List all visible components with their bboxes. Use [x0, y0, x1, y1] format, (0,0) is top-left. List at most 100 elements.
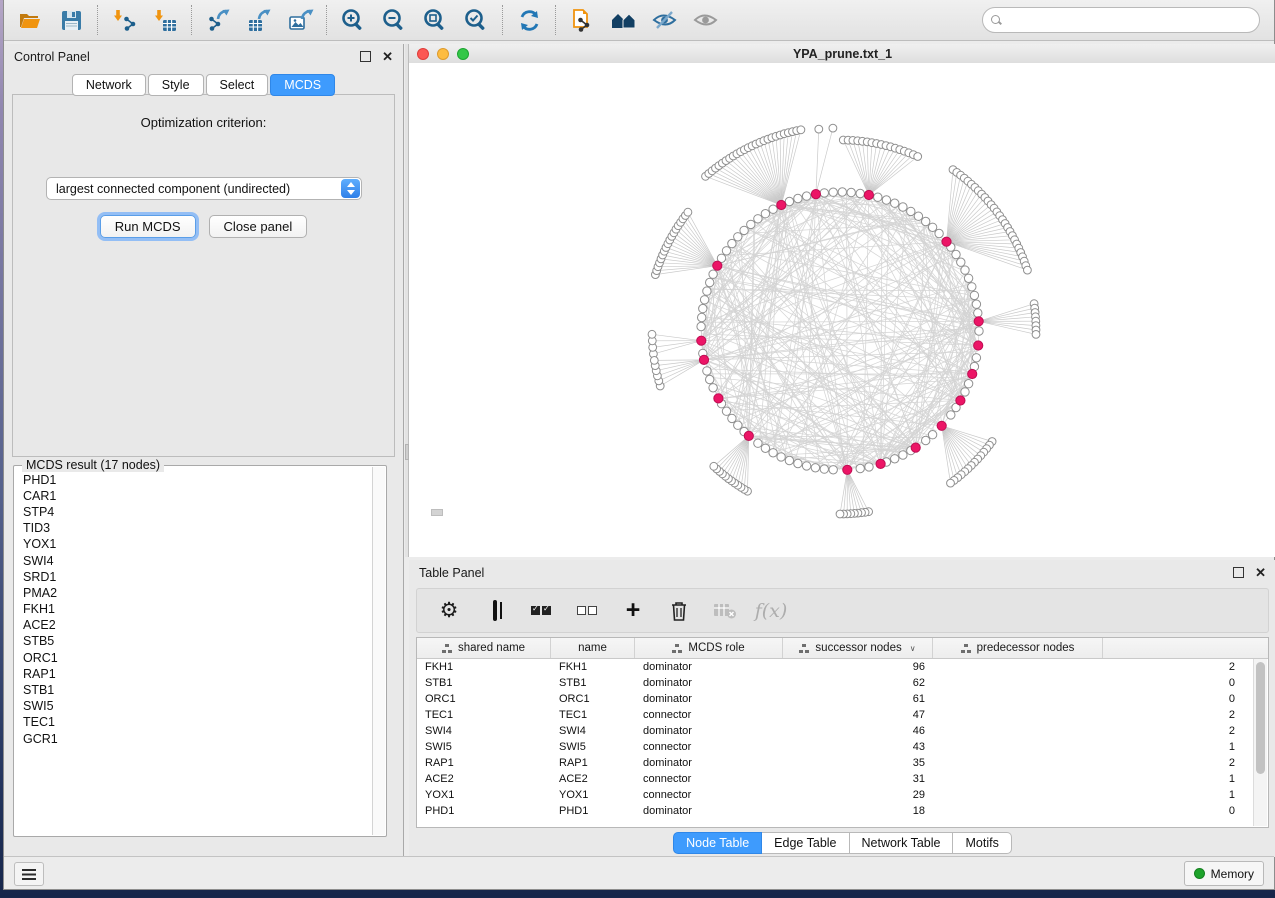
network-node[interactable] [728, 414, 736, 422]
network-node[interactable] [754, 215, 762, 223]
mcds-node[interactable] [876, 459, 885, 468]
cell-shared-name[interactable]: SWI5 [417, 741, 551, 753]
clone-network-button[interactable] [562, 2, 603, 38]
cell-predecessor-nodes[interactable]: 1 [933, 773, 1243, 785]
network-node[interactable] [972, 300, 980, 308]
mcds-result-item[interactable]: CAR1 [15, 488, 373, 504]
run-mcds-button[interactable]: Run MCDS [100, 215, 196, 238]
mcds-result-item[interactable]: TID3 [15, 521, 373, 537]
export-network-button[interactable] [198, 2, 239, 38]
cell-successor-nodes[interactable]: 62 [783, 677, 933, 689]
cell-successor-nodes[interactable]: 31 [783, 773, 933, 785]
open-file-button[interactable] [10, 2, 51, 38]
network-node[interactable] [802, 462, 810, 470]
network-node[interactable] [769, 205, 777, 213]
cell-name[interactable]: SWI5 [551, 741, 635, 753]
network-node[interactable] [794, 194, 802, 202]
mcds-node[interactable] [714, 394, 723, 403]
mcds-node[interactable] [956, 396, 965, 405]
cell-predecessor-nodes[interactable]: 1 [933, 789, 1243, 801]
network-node[interactable] [650, 357, 658, 365]
cell-name[interactable]: SWI4 [551, 725, 635, 737]
hide-selected-button[interactable] [644, 2, 685, 38]
network-node[interactable] [972, 354, 980, 362]
cell-predecessor-nodes[interactable]: 2 [933, 725, 1243, 737]
cell-shared-name[interactable]: ACE2 [417, 773, 551, 785]
mcds-node[interactable] [744, 431, 753, 440]
cell-successor-nodes[interactable]: 96 [783, 661, 933, 673]
mcds-result-item[interactable]: SWI4 [15, 553, 373, 569]
network-node[interactable] [703, 287, 711, 295]
network-node[interactable] [928, 431, 936, 439]
deselect-all-button[interactable] [573, 596, 601, 626]
cell-predecessor-nodes[interactable]: 2 [933, 661, 1243, 673]
cell-mcds-role[interactable]: connector [635, 709, 783, 721]
table-row[interactable]: PHD1PHD1dominator180 [417, 803, 1268, 819]
mcds-result-item[interactable]: PMA2 [15, 585, 373, 601]
network-node[interactable] [734, 233, 742, 241]
mcds-node[interactable] [864, 190, 873, 199]
mcds-node[interactable] [699, 355, 708, 364]
show-all-button[interactable] [685, 2, 726, 38]
network-node[interactable] [706, 278, 714, 286]
network-node[interactable] [847, 188, 855, 196]
network-node[interactable] [922, 217, 930, 225]
cell-mcds-role[interactable]: connector [635, 773, 783, 785]
cell-name[interactable]: TEC1 [551, 709, 635, 721]
network-node[interactable] [928, 223, 936, 231]
cell-mcds-role[interactable]: dominator [635, 757, 783, 769]
cell-shared-name[interactable]: YOX1 [417, 789, 551, 801]
mcds-node[interactable] [911, 443, 920, 452]
network-node[interactable] [709, 270, 717, 278]
network-node[interactable] [899, 203, 907, 211]
cell-predecessor-nodes[interactable]: 2 [933, 709, 1243, 721]
network-node[interactable] [970, 291, 978, 299]
cell-mcds-role[interactable]: connector [635, 741, 783, 753]
table-row[interactable]: ORC1ORC1dominator610 [417, 691, 1268, 707]
search-box[interactable] [982, 7, 1260, 33]
network-node[interactable] [961, 388, 969, 396]
cell-name[interactable]: YOX1 [551, 789, 635, 801]
network-node[interactable] [856, 464, 864, 472]
mcds-node[interactable] [697, 336, 706, 345]
network-node[interactable] [907, 207, 915, 215]
cell-predecessor-nodes[interactable]: 0 [933, 677, 1243, 689]
table-row[interactable]: TEC1TEC1connector472 [417, 707, 1268, 723]
network-node[interactable] [865, 463, 873, 471]
table-scrollbar-thumb[interactable] [1256, 662, 1265, 774]
network-node[interactable] [935, 229, 943, 237]
memory-button[interactable]: Memory [1184, 861, 1264, 886]
table-row[interactable]: SWI4SWI4dominator462 [417, 723, 1268, 739]
tab-mcds[interactable]: MCDS [270, 74, 335, 96]
table-row[interactable]: STB1STB1dominator620 [417, 675, 1268, 691]
cell-shared-name[interactable]: ORC1 [417, 693, 551, 705]
network-node[interactable] [947, 411, 955, 419]
table-scrollbar[interactable] [1253, 659, 1267, 826]
column-header-name[interactable]: name [551, 638, 635, 658]
network-node[interactable] [914, 153, 922, 161]
network-node[interactable] [722, 247, 730, 255]
network-node[interactable] [802, 192, 810, 200]
network-node[interactable] [914, 212, 922, 220]
mcds-result-item[interactable]: GCR1 [15, 731, 373, 747]
mcds-result-item[interactable]: SRD1 [15, 569, 373, 585]
network-node[interactable] [785, 197, 793, 205]
network-node[interactable] [922, 436, 930, 444]
cell-shared-name[interactable]: PHD1 [417, 805, 551, 817]
network-node[interactable] [856, 189, 864, 197]
mcds-result-item[interactable]: ACE2 [15, 618, 373, 634]
network-node[interactable] [820, 189, 828, 197]
network-node[interactable] [815, 125, 823, 133]
network-node[interactable] [761, 210, 769, 218]
cell-name[interactable]: ACE2 [551, 773, 635, 785]
first-neighbors-button[interactable] [603, 2, 644, 38]
network-node[interactable] [648, 330, 656, 338]
column-header-predecessor-nodes[interactable]: predecessor nodes [933, 638, 1103, 658]
network-node[interactable] [794, 459, 802, 467]
search-input[interactable] [1006, 12, 1251, 28]
network-node[interactable] [838, 188, 846, 196]
mcds-node[interactable] [811, 190, 820, 199]
cell-name[interactable]: STB1 [551, 677, 635, 689]
cell-mcds-role[interactable]: connector [635, 789, 783, 801]
cell-mcds-role[interactable]: dominator [635, 677, 783, 689]
